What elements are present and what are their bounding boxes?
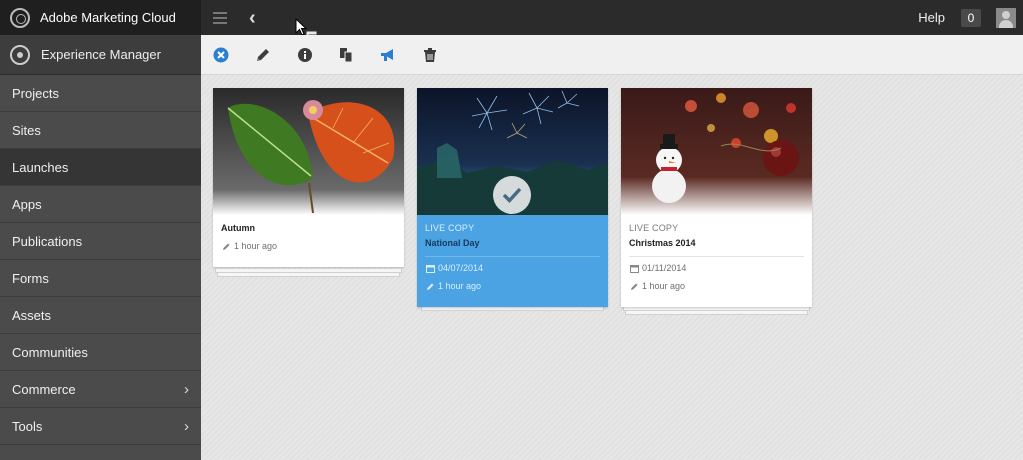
sidebar-item-label: Apps — [12, 196, 42, 212]
user-avatar-icon[interactable] — [996, 7, 1016, 28]
calendar-icon — [425, 263, 435, 273]
card-date: 04/07/2014 — [425, 263, 600, 273]
card-modified-label: 1 hour ago — [438, 281, 482, 291]
sidebar-item-communities[interactable]: Communities — [0, 334, 201, 371]
edit-icon[interactable] — [255, 47, 271, 63]
snowman-thumbnail — [621, 88, 812, 215]
content-area: Autumn 1 hour ago LIVE COPY National Day… — [201, 75, 1023, 460]
card-divider — [425, 256, 600, 257]
pencil-icon — [425, 281, 435, 291]
copy-icon[interactable] — [338, 47, 354, 63]
card-date-label: 01/11/2014 — [642, 263, 687, 273]
sidebar: Adobe Marketing Cloud Experience Manager… — [0, 0, 201, 460]
card-modified-label: 1 hour ago — [642, 281, 686, 291]
product-header[interactable]: Experience Manager — [0, 35, 201, 75]
pencil-icon — [629, 281, 639, 291]
chevron-right-icon: › — [184, 380, 189, 398]
help-link[interactable]: Help — [918, 10, 945, 25]
card-date: 01/11/2014 — [629, 263, 804, 273]
adobe-marketing-cloud-logo-icon — [10, 7, 30, 28]
sidebar-item-label: Forms — [12, 270, 49, 286]
sidebar-item-commerce[interactable]: Commerce › — [0, 371, 201, 408]
card-type: LIVE COPY — [425, 223, 475, 233]
pencil-icon — [221, 241, 231, 251]
sidebar-item-sites[interactable]: Sites — [0, 112, 201, 149]
sidebar-item-tools[interactable]: Tools › — [0, 408, 201, 445]
sidebar-item-label: Commerce — [12, 381, 76, 397]
launch-card-national-day[interactable]: LIVE COPY National Day 04/07/2014 1 hour… — [417, 88, 608, 307]
launch-card-christmas-2014[interactable]: LIVE COPY Christmas 2014 01/11/2014 1 ho… — [621, 88, 812, 307]
sidebar-item-assets[interactable]: Assets — [0, 297, 201, 334]
promote-icon[interactable] — [380, 47, 396, 63]
sidebar-item-forms[interactable]: Forms — [0, 260, 201, 297]
selected-checkmark-icon — [493, 176, 531, 214]
product-label: Experience Manager — [41, 47, 161, 62]
back-arrow-icon[interactable]: ‹ — [249, 8, 256, 28]
sidebar-item-label: Launches — [12, 159, 69, 175]
brand-header[interactable]: Adobe Marketing Cloud — [0, 0, 201, 35]
card-title: Christmas 2014 — [629, 238, 696, 248]
card-date-label: 04/07/2014 — [438, 263, 484, 273]
sidebar-item-label: Communities — [12, 344, 88, 360]
delete-icon[interactable] — [422, 47, 438, 63]
fireworks-thumbnail — [417, 88, 608, 215]
hamburger-menu-icon[interactable] — [213, 11, 227, 24]
sidebar-item-label: Assets — [12, 307, 52, 323]
info-icon[interactable] — [297, 47, 313, 63]
sidebar-item-projects[interactable]: Projects — [0, 75, 201, 112]
brand-label: Adobe Marketing Cloud — [40, 10, 176, 25]
card-title: National Day — [425, 238, 480, 248]
calendar-icon — [629, 263, 639, 273]
card-divider — [629, 256, 804, 257]
close-selection-icon[interactable] — [213, 47, 229, 63]
card-modified: 1 hour ago — [425, 281, 600, 291]
card-modified: 1 hour ago — [629, 281, 804, 291]
sidebar-item-label: Sites — [12, 122, 41, 138]
sidebar-item-apps[interactable]: Apps — [0, 186, 201, 223]
autumn-leaves-thumbnail — [213, 88, 404, 215]
card-modified-label: 1 hour ago — [234, 241, 278, 251]
sidebar-item-label: Projects — [12, 85, 59, 101]
launch-card-autumn[interactable]: Autumn 1 hour ago — [213, 88, 404, 267]
sidebar-item-label: Publications — [12, 233, 83, 249]
chevron-right-icon: › — [184, 417, 189, 435]
notification-badge[interactable]: 0 — [961, 8, 981, 27]
action-bar — [201, 35, 1023, 75]
experience-manager-logo-icon — [10, 44, 30, 65]
card-title: Autumn — [221, 223, 255, 233]
sidebar-item-label: Tools — [12, 418, 43, 434]
card-modified: 1 hour ago — [221, 241, 396, 251]
sidebar-item-publications[interactable]: Publications — [0, 223, 201, 260]
card-type: LIVE COPY — [629, 223, 679, 233]
top-bar: ‹ Help 0 — [201, 0, 1023, 45]
sidebar-item-launches[interactable]: Launches — [0, 149, 201, 186]
